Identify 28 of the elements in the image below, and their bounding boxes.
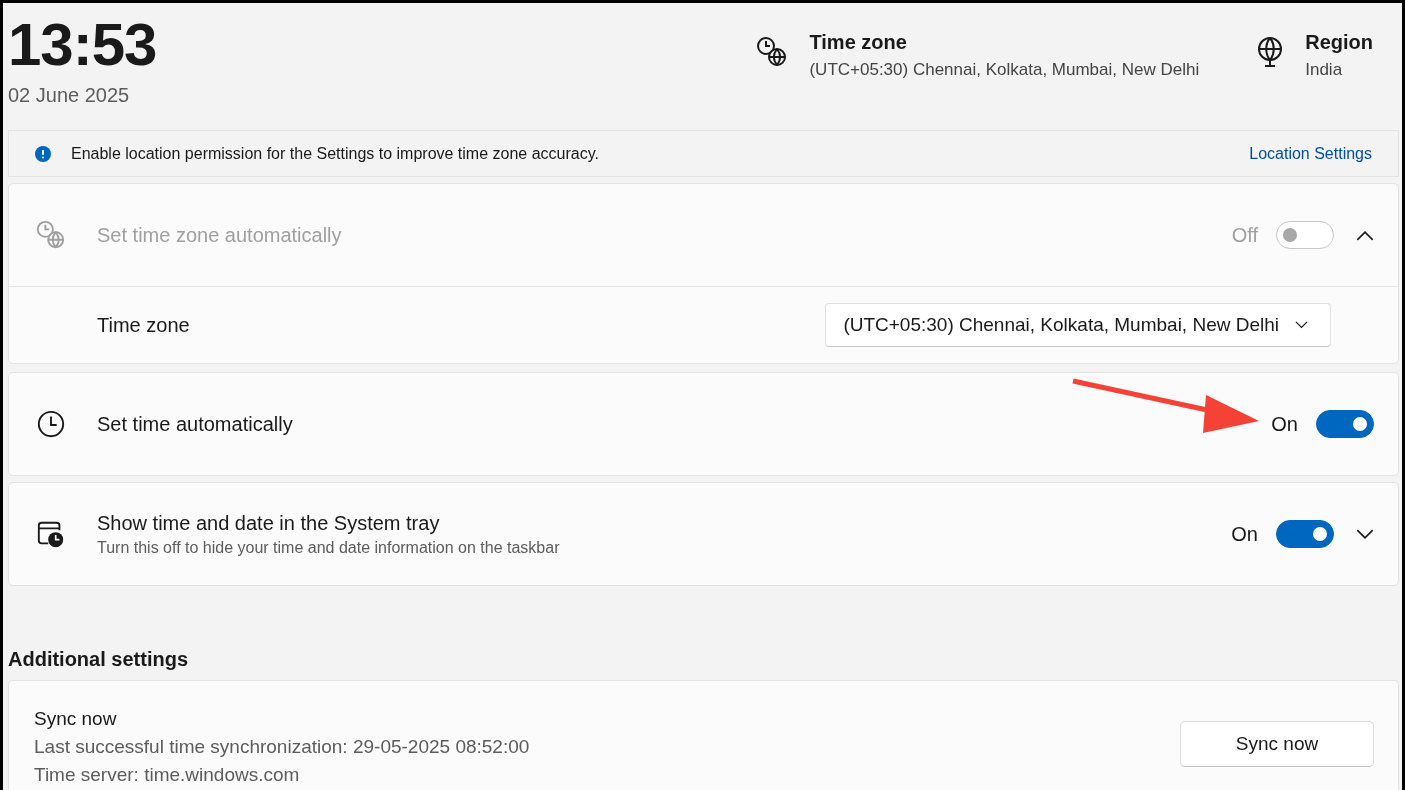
sync-now-button[interactable]: Sync now bbox=[1180, 721, 1374, 767]
toggle-state-text: Off bbox=[1231, 223, 1258, 247]
setting-description: Turn this off to hide your time and date information on the taskbar bbox=[97, 538, 561, 557]
chevron-icon[interactable] bbox=[1356, 528, 1374, 540]
setting-label: Set time zone automatically bbox=[97, 223, 343, 247]
toggle-switch[interactable] bbox=[1316, 410, 1374, 438]
info-icon bbox=[35, 145, 51, 162]
clock-date: 02 June 2025 bbox=[8, 84, 131, 107]
time-zone-label: Time zone bbox=[809, 31, 908, 54]
section-heading: Additional settings bbox=[8, 647, 189, 672]
toggle-state-text: On bbox=[1231, 522, 1258, 546]
sync-title: Sync now bbox=[34, 707, 118, 731]
setting-label: Show time and date in the System tray bbox=[97, 511, 441, 535]
clock-globe-icon bbox=[35, 219, 67, 251]
sync-info-text: Last successful time synchronization: 29-05-2025 08:52:00 bbox=[34, 735, 531, 759]
time-zone-value: (UTC+05:30) Chennai, Kolkata, Mumbai, New Delhi bbox=[809, 60, 1200, 80]
setting-label: Time zone bbox=[97, 313, 191, 337]
setting-label: Set time automatically bbox=[97, 412, 294, 436]
region-label: Region bbox=[1305, 31, 1373, 54]
toggle-state-text: On bbox=[1271, 412, 1298, 436]
clock-icon bbox=[35, 409, 67, 439]
chevron-down-icon bbox=[1295, 321, 1308, 329]
toggle-switch[interactable] bbox=[1276, 520, 1334, 548]
location-settings-link[interactable]: Location Settings bbox=[1249, 144, 1372, 163]
clock-time: 13:53 bbox=[8, 11, 158, 79]
banner-text: Enable location permission for the Settings to improve time zone accuracy. bbox=[71, 144, 600, 163]
sync-info-text: Time server: time.windows.com bbox=[34, 763, 301, 787]
region-value: India bbox=[1305, 60, 1344, 80]
